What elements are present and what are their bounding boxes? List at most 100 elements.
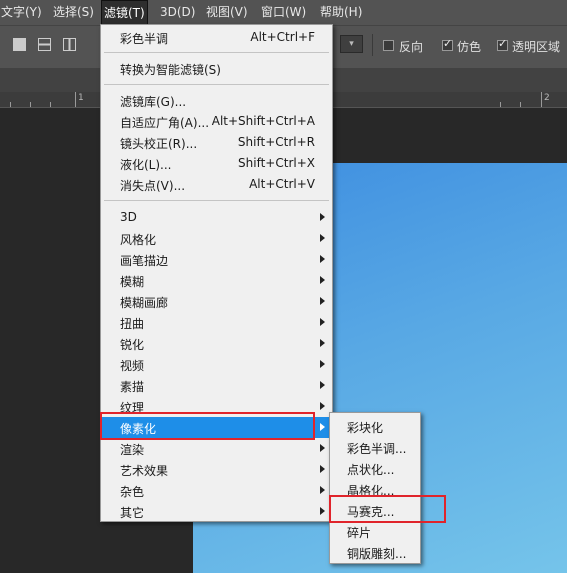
pixelate-submenu: 彩块化 彩色半调... 点状化... 晶格化... 马赛克... 碎片 铜版雕刻… <box>329 412 421 564</box>
submenu-item-label: 彩色半调... <box>347 442 407 456</box>
menu-item-blur[interactable]: 模糊 <box>101 270 332 291</box>
menu-item-sketch[interactable]: 素描 <box>101 375 332 396</box>
submenu-arrow-icon <box>320 255 325 263</box>
menu-item-label: 镜头校正(R)... <box>120 137 198 151</box>
menu-item-brush-strokes[interactable]: 画笔描边 <box>101 249 332 270</box>
submenu-item-label: 彩块化 <box>347 421 384 435</box>
menu-item-shortcut: Shift+Ctrl+R <box>237 135 315 149</box>
submenu-arrow-icon <box>320 402 325 410</box>
menu-item-label: 艺术效果 <box>120 464 169 478</box>
menu-item-label: 彩色半调 <box>120 32 169 46</box>
submenu-item-label: 点状化... <box>347 463 395 477</box>
submenu-item-label: 铜版雕刻... <box>347 547 407 561</box>
menu-item-label: 风格化 <box>120 233 157 247</box>
ruler-label: 2 <box>544 93 550 103</box>
menu-item-label: 液化(L)... <box>120 158 172 172</box>
menu-item-shortcut: Alt+Shift+Ctrl+A <box>211 114 315 128</box>
mosaic-highlight-box <box>329 495 446 523</box>
dither-label: 仿色 <box>457 40 482 54</box>
submenu-item-facet[interactable]: 彩块化 <box>330 416 420 437</box>
menu-view[interactable]: 视图(V) <box>206 0 248 25</box>
menu-item-liquify[interactable]: 液化(L)... Shift+Ctrl+X <box>101 153 332 174</box>
menu-item-vanishing-point[interactable]: 消失点(V)... Alt+Ctrl+V <box>101 174 332 195</box>
filter-menu: 彩色半调 Alt+Ctrl+F 转换为智能滤镜(S) 滤镜库(G)... 自适应… <box>100 24 333 522</box>
menu-item-label: 锐化 <box>120 338 145 352</box>
submenu-item-fragment[interactable]: 碎片 <box>330 521 420 542</box>
submenu-item-label: 碎片 <box>347 526 372 540</box>
submenu-arrow-icon <box>320 507 325 515</box>
menu-item-label: 模糊画廊 <box>120 296 169 310</box>
ruler-tick <box>10 102 11 107</box>
menu-item-label: 消失点(V)... <box>120 179 186 193</box>
submenu-arrow-icon <box>320 297 325 305</box>
submenu-arrow-icon <box>320 423 325 431</box>
menu-item-label: 杂色 <box>120 485 145 499</box>
menu-item-shortcut: Alt+Ctrl+F <box>250 30 315 44</box>
menu-separator <box>104 84 329 85</box>
menu-item-label: 其它 <box>120 506 145 520</box>
menu-item-render[interactable]: 渲染 <box>101 438 332 459</box>
menu-item-filter-gallery[interactable]: 滤镜库(G)... <box>101 90 332 111</box>
menu-item-label: 模糊 <box>120 275 145 289</box>
submenu-item-color-halftone[interactable]: 彩色半调... <box>330 437 420 458</box>
reverse-label: 反向 <box>399 40 424 54</box>
submenu-arrow-icon <box>320 213 325 221</box>
ruler-label: 1 <box>78 93 84 103</box>
menu-item-label: 渲染 <box>120 443 145 457</box>
menu-item-label: 自适应广角(A)... <box>120 116 210 130</box>
submenu-arrow-icon <box>320 444 325 452</box>
tolerance-dropdown[interactable]: ▾ <box>340 35 363 53</box>
menu-3d[interactable]: 3D(D) <box>160 0 195 25</box>
ruler-tick <box>30 102 31 107</box>
transparency-label: 透明区域 <box>512 40 561 54</box>
menu-item-adaptive-wide-angle[interactable]: 自适应广角(A)... Alt+Shift+Ctrl+A <box>101 111 332 132</box>
menu-item-distort[interactable]: 扭曲 <box>101 312 332 333</box>
menu-item-label: 3D <box>120 210 137 224</box>
ruler-tick <box>500 102 501 107</box>
menu-item-stylize[interactable]: 风格化 <box>101 228 332 249</box>
submenu-item-mezzotint[interactable]: 铜版雕刻... <box>330 542 420 563</box>
menu-select[interactable]: 选择(S) <box>53 0 94 25</box>
menu-item-label: 滤镜库(G)... <box>120 95 187 109</box>
menu-text[interactable]: 文字(Y) <box>1 0 42 25</box>
menu-item-color-halftone-last[interactable]: 彩色半调 Alt+Ctrl+F <box>101 27 332 48</box>
menu-item-convert-smart-filter[interactable]: 转换为智能滤镜(S) <box>101 58 332 79</box>
submenu-arrow-icon <box>320 318 325 326</box>
menu-item-blur-gallery[interactable]: 模糊画廊 <box>101 291 332 312</box>
menu-separator <box>104 200 329 201</box>
menu-item-sharpen[interactable]: 锐化 <box>101 333 332 354</box>
menu-help[interactable]: 帮助(H) <box>320 0 362 25</box>
menu-item-label: 转换为智能滤镜(S) <box>120 63 221 77</box>
menu-item-label: 视频 <box>120 359 145 373</box>
intersect-selection-icon[interactable] <box>63 38 76 51</box>
menu-window[interactable]: 窗口(W) <box>261 0 306 25</box>
menu-item-3d[interactable]: 3D <box>101 207 332 228</box>
subtract-selection-icon[interactable] <box>38 38 51 51</box>
dither-checkbox[interactable] <box>442 37 453 51</box>
menu-item-lens-correction[interactable]: 镜头校正(R)... Shift+Ctrl+R <box>101 132 332 153</box>
reverse-checkbox[interactable] <box>383 40 394 51</box>
menu-item-label: 画笔描边 <box>120 254 169 268</box>
menu-bar: 文字(Y) 选择(S) 滤镜(T) 3D(D) 视图(V) 窗口(W) 帮助(H… <box>0 0 567 26</box>
transparency-checkbox[interactable] <box>497 37 508 51</box>
submenu-arrow-icon <box>320 486 325 494</box>
menu-item-other[interactable]: 其它 <box>101 501 332 522</box>
divider <box>372 34 373 56</box>
menu-item-shortcut: Shift+Ctrl+X <box>238 156 315 170</box>
submenu-arrow-icon <box>320 339 325 347</box>
menu-filter[interactable]: 滤镜(T) <box>101 0 148 26</box>
menu-item-shortcut: Alt+Ctrl+V <box>249 177 315 191</box>
menu-item-video[interactable]: 视频 <box>101 354 332 375</box>
menu-item-noise[interactable]: 杂色 <box>101 480 332 501</box>
submenu-arrow-icon <box>320 234 325 242</box>
ruler-tick <box>541 92 542 107</box>
submenu-item-pointillize[interactable]: 点状化... <box>330 458 420 479</box>
submenu-arrow-icon <box>320 465 325 473</box>
menu-item-artistic[interactable]: 艺术效果 <box>101 459 332 480</box>
submenu-arrow-icon <box>320 360 325 368</box>
menu-item-label: 扭曲 <box>120 317 145 331</box>
new-selection-icon[interactable] <box>13 38 26 51</box>
ruler-tick <box>520 102 521 107</box>
ruler-tick <box>75 92 76 107</box>
menu-item-label: 素描 <box>120 380 145 394</box>
